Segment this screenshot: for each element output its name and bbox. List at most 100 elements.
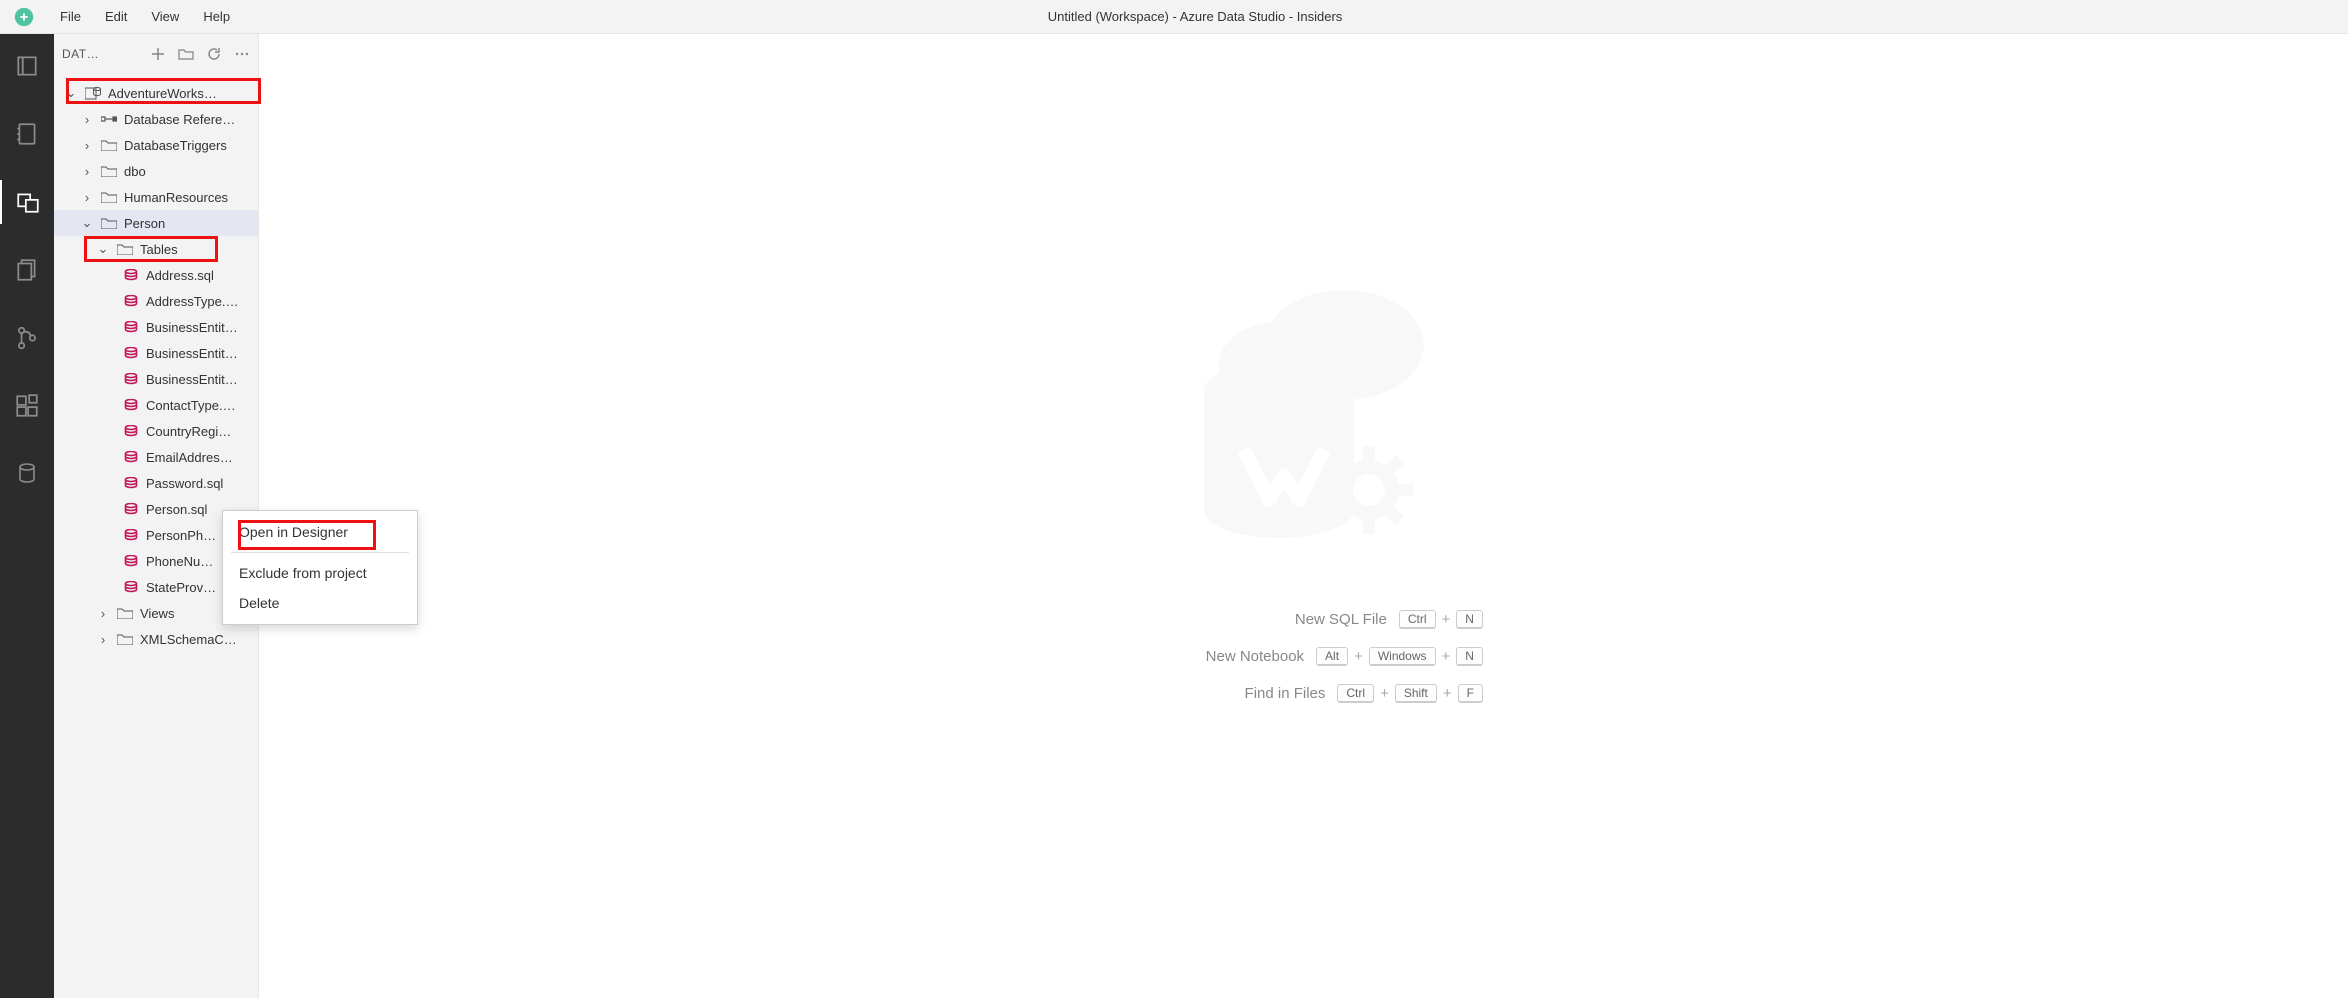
folder-icon bbox=[116, 243, 134, 255]
tree-label: BusinessEntit… bbox=[146, 320, 238, 335]
tree-label: HumanResources bbox=[124, 190, 228, 205]
open-folder-icon[interactable] bbox=[178, 46, 194, 62]
tree-label: PersonPh… bbox=[146, 528, 216, 543]
key: Shift bbox=[1395, 684, 1437, 703]
tree-item[interactable]: › Database Refere… bbox=[54, 106, 258, 132]
tree-label: Database Refere… bbox=[124, 112, 235, 127]
tree-label: ContactType.… bbox=[146, 398, 236, 413]
folder-icon bbox=[100, 217, 118, 229]
new-icon[interactable] bbox=[150, 46, 166, 62]
servers-tab-icon[interactable] bbox=[0, 44, 54, 88]
panel-header: DAT… bbox=[54, 34, 258, 74]
chevron-down-icon: ⌄ bbox=[96, 241, 110, 257]
folder-icon bbox=[100, 191, 118, 203]
tree-label: Tables bbox=[140, 242, 178, 257]
more-icon[interactable] bbox=[234, 46, 250, 62]
source-control-tab-icon[interactable] bbox=[0, 316, 54, 360]
refresh-icon[interactable] bbox=[206, 46, 222, 62]
context-menu: Open in Designer Exclude from project De… bbox=[222, 510, 418, 625]
key: Ctrl bbox=[1337, 684, 1374, 703]
titlebar: File Edit View Help Untitled (Workspace)… bbox=[0, 0, 2348, 34]
folder-icon bbox=[116, 633, 134, 645]
shortcut-keys: Ctrl+N bbox=[1399, 610, 1483, 629]
tree-sqlfile[interactable]: AddressType.… bbox=[54, 288, 258, 314]
extensions-tab-icon[interactable] bbox=[0, 384, 54, 428]
sql-db-icon bbox=[122, 425, 140, 437]
ctx-exclude[interactable]: Exclude from project bbox=[223, 558, 417, 588]
folder-icon bbox=[100, 165, 118, 177]
shortcut-label: New SQL File bbox=[1207, 611, 1387, 628]
explorer-tab-icon[interactable] bbox=[0, 248, 54, 292]
key: Alt bbox=[1316, 647, 1348, 666]
shortcut-row: New Notebook Alt+Windows+N bbox=[1124, 647, 1483, 666]
ctx-delete[interactable]: Delete bbox=[223, 588, 417, 618]
tree-sqlfile[interactable]: BusinessEntit… bbox=[54, 314, 258, 340]
shortcut-keys: Alt+Windows+N bbox=[1316, 647, 1483, 666]
sqlproj-icon bbox=[84, 86, 102, 100]
tree-label: Person.sql bbox=[146, 502, 207, 517]
menu-row: File Edit View Help bbox=[48, 3, 242, 30]
key: N bbox=[1456, 647, 1483, 666]
key: Ctrl bbox=[1399, 610, 1436, 629]
sql-db-icon bbox=[122, 581, 140, 593]
tree-label: Views bbox=[140, 606, 174, 621]
window-title: Untitled (Workspace) - Azure Data Studio… bbox=[242, 9, 2348, 24]
sql-db-icon bbox=[122, 295, 140, 307]
key: F bbox=[1458, 684, 1483, 703]
tree-label: BusinessEntit… bbox=[146, 346, 238, 361]
tree-sqlfile[interactable]: Address.sql bbox=[54, 262, 258, 288]
tree-item-person[interactable]: ⌄ Person bbox=[54, 210, 258, 236]
folder-icon bbox=[116, 607, 134, 619]
folder-icon bbox=[100, 139, 118, 151]
tree-sqlfile[interactable]: CountryRegi… bbox=[54, 418, 258, 444]
tree-label: CountryRegi… bbox=[146, 424, 231, 439]
chevron-right-icon: › bbox=[80, 190, 94, 205]
editor-welcome: New SQL File Ctrl+N New Notebook Alt+Window… bbox=[259, 34, 2348, 998]
database-projects-tab-icon[interactable] bbox=[0, 180, 54, 224]
tree-item[interactable]: › XMLSchemaC… bbox=[54, 626, 258, 652]
tree-sqlfile[interactable]: BusinessEntit… bbox=[54, 366, 258, 392]
tree-label: Address.sql bbox=[146, 268, 214, 283]
sql-db-icon bbox=[122, 555, 140, 567]
tree-sqlfile[interactable]: EmailAddres… bbox=[54, 444, 258, 470]
tree-item[interactable]: › DatabaseTriggers bbox=[54, 132, 258, 158]
product-logo-icon bbox=[1134, 250, 1474, 570]
chevron-right-icon: › bbox=[96, 606, 110, 621]
shortcut-row: New SQL File Ctrl+N bbox=[1124, 610, 1483, 629]
sql-db-icon bbox=[122, 321, 140, 333]
sql-db-icon bbox=[122, 503, 140, 515]
shortcut-row: Find in Files Ctrl+Shift+F bbox=[1124, 684, 1483, 703]
ctx-open-designer[interactable]: Open in Designer bbox=[223, 517, 417, 547]
tree-root[interactable]: ⌄ AdventureWorks… bbox=[54, 80, 258, 106]
tree-sqlfile[interactable]: BusinessEntit… bbox=[54, 340, 258, 366]
tree-sqlfile[interactable]: Password.sql bbox=[54, 470, 258, 496]
menu-file[interactable]: File bbox=[48, 3, 93, 30]
chevron-right-icon: › bbox=[96, 632, 110, 647]
tree-label: AdventureWorks… bbox=[108, 86, 217, 101]
chevron-right-icon: › bbox=[80, 112, 94, 127]
tree-item-tables[interactable]: ⌄ Tables bbox=[54, 236, 258, 262]
tree-label: StateProv… bbox=[146, 580, 216, 595]
shortcut-keys: Ctrl+Shift+F bbox=[1337, 684, 1483, 703]
tree-label: AddressType.… bbox=[146, 294, 239, 309]
shortcut-label: New Notebook bbox=[1124, 648, 1304, 665]
sql-db-icon bbox=[122, 269, 140, 281]
sql-db-icon bbox=[122, 477, 140, 489]
tree-item[interactable]: › dbo bbox=[54, 158, 258, 184]
sql-db-icon bbox=[122, 399, 140, 411]
sql-db-icon bbox=[122, 451, 140, 463]
notebooks-tab-icon[interactable] bbox=[0, 112, 54, 156]
menu-help[interactable]: Help bbox=[191, 3, 242, 30]
key: Windows bbox=[1369, 647, 1436, 666]
key: N bbox=[1456, 610, 1483, 629]
tree-item[interactable]: › HumanResources bbox=[54, 184, 258, 210]
database-icon[interactable] bbox=[0, 452, 54, 496]
shortcut-label: Find in Files bbox=[1145, 685, 1325, 702]
tree-sqlfile[interactable]: ContactType.… bbox=[54, 392, 258, 418]
separator bbox=[231, 552, 409, 553]
tree-label: BusinessEntit… bbox=[146, 372, 238, 387]
menu-view[interactable]: View bbox=[139, 3, 191, 30]
menu-edit[interactable]: Edit bbox=[93, 3, 139, 30]
sql-db-icon bbox=[122, 347, 140, 359]
tree-label: XMLSchemaC… bbox=[140, 632, 237, 647]
